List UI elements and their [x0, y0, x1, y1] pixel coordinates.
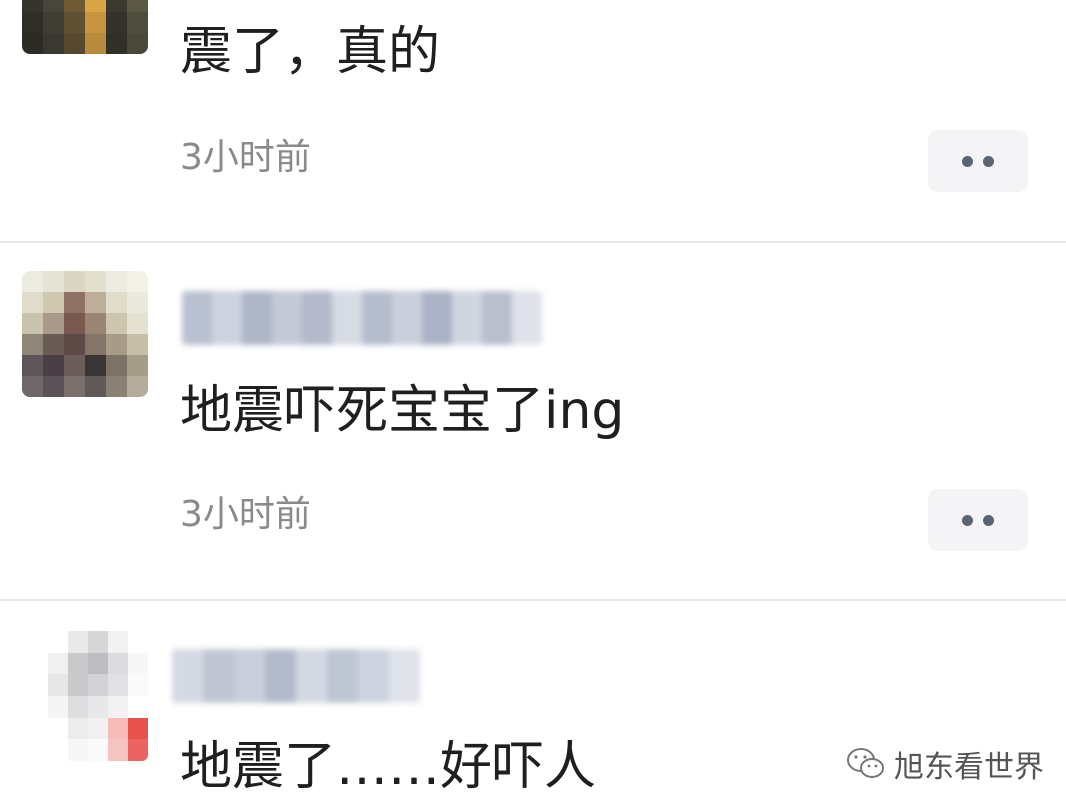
more-options-button[interactable] [928, 130, 1028, 192]
username-blurred[interactable] [172, 649, 420, 703]
comment-text: 地震了……好吓人 [180, 737, 597, 797]
comment-item: 震了，真的 3小时前 [0, 0, 1066, 242]
comment-text: 地震吓死宝宝了ing [180, 381, 625, 441]
dot-icon [983, 514, 994, 526]
comment-text: 震了，真的 [180, 22, 441, 82]
comment-feed: 震了，真的 3小时前 地震吓死宝宝了ing 3小时前 地震了……好吓人 旭东看世… [0, 0, 1066, 806]
dot-icon [962, 155, 973, 167]
comment-item: 地震吓死宝宝了ing 3小时前 [0, 243, 1066, 599]
comment-timestamp: 3小时前 [180, 137, 311, 178]
dot-icon [962, 514, 973, 526]
username-blurred[interactable] [182, 291, 542, 345]
avatar[interactable] [22, 0, 148, 54]
watermark-text: 旭东看世界 [894, 750, 1044, 785]
comment-timestamp: 3小时前 [180, 494, 311, 535]
avatar[interactable] [48, 631, 148, 761]
watermark: 旭东看世界 [846, 742, 1044, 786]
avatar[interactable] [22, 271, 148, 397]
dot-icon [983, 155, 994, 167]
wechat-icon [847, 748, 884, 778]
more-options-button[interactable] [928, 489, 1028, 551]
